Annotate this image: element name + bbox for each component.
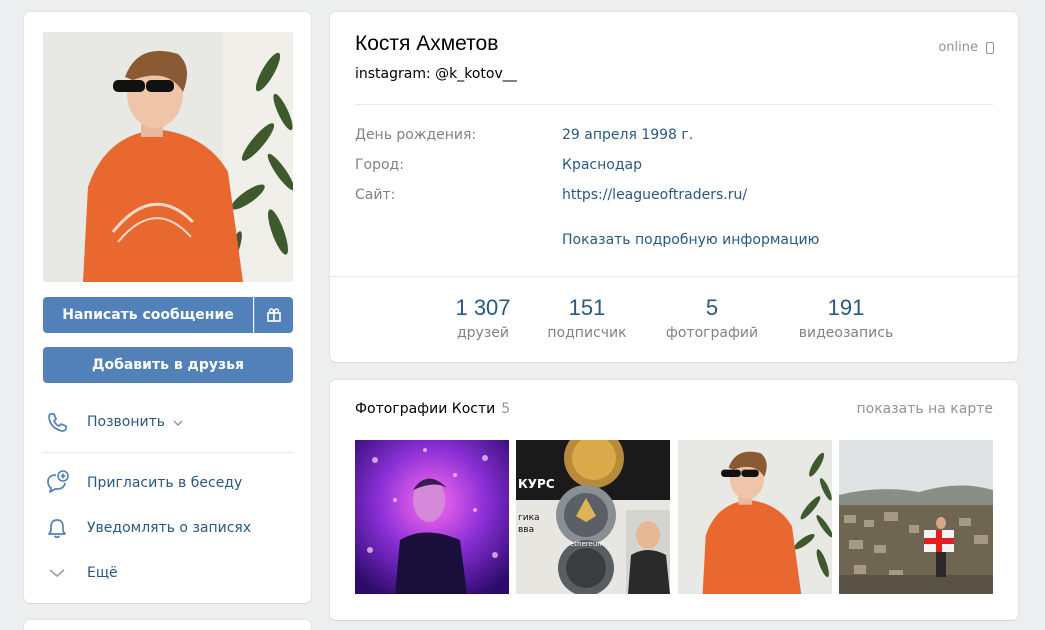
info-label: День рождения: xyxy=(355,127,477,143)
counter-number: 5 xyxy=(705,295,719,320)
online-status: online xyxy=(938,40,994,55)
profile-counters: 1 307 друзей 151 подписчик 5 фотографий … xyxy=(330,295,1018,350)
photos-count: 5 xyxy=(501,401,511,417)
profile-sidebar: Написать сообщение Добавить в друзья Поз… xyxy=(24,12,311,603)
info-value[interactable]: Краснодар xyxy=(562,157,642,173)
avatar-photo xyxy=(43,32,293,282)
more-actions[interactable]: Ещё xyxy=(43,558,118,588)
photo-image: КУРС гика вва ethereum xyxy=(516,440,670,594)
counter-label: подписчик xyxy=(547,325,627,341)
send-gift-button[interactable] xyxy=(254,297,293,333)
online-label: online xyxy=(938,40,978,55)
divider xyxy=(355,104,993,105)
add-friend-button[interactable]: Добавить в друзья xyxy=(43,347,293,383)
divider xyxy=(43,452,293,453)
counter-photos[interactable]: 5 фотографий xyxy=(657,295,767,341)
show-more-info-link[interactable]: Показать подробную информацию xyxy=(562,232,819,248)
info-value[interactable]: https://leagueoftraders.ru/ xyxy=(562,187,747,203)
chevron-down-icon xyxy=(43,559,71,587)
show-on-map-link[interactable]: показать на карте xyxy=(856,401,993,417)
counter-videos[interactable]: 191 видеозапись xyxy=(786,295,906,341)
counter-followers[interactable]: 151 подписчик xyxy=(537,295,637,341)
chat-add-icon xyxy=(43,469,71,497)
send-message-label: Написать сообщение xyxy=(62,307,234,323)
notify-label: Уведомлять о записях xyxy=(87,520,252,536)
profile-status: instagram: @k_kotov__ xyxy=(355,66,517,82)
thumb-text: гика xyxy=(518,513,540,523)
gift-icon xyxy=(267,308,281,322)
call-label: Позвонить xyxy=(87,414,166,430)
send-message-button[interactable]: Написать сообщение xyxy=(43,297,253,333)
more-label: Ещё xyxy=(87,565,118,581)
counter-number: 191 xyxy=(827,295,865,320)
photo-thumbnail[interactable]: КУРС гика вва ethereum xyxy=(516,440,670,594)
photo-image xyxy=(355,440,509,594)
info-value[interactable]: 29 апреля 1998 г. xyxy=(562,127,693,143)
photo-image xyxy=(678,440,832,594)
mobile-icon xyxy=(986,41,994,54)
photo-thumbnail[interactable] xyxy=(678,440,832,594)
bell-icon xyxy=(43,514,71,542)
thumb-text: вва xyxy=(518,525,534,535)
add-friend-label: Добавить в друзья xyxy=(92,357,244,373)
photo-image xyxy=(839,440,993,594)
photo-thumbnail[interactable] xyxy=(839,440,993,594)
photo-thumbnail[interactable] xyxy=(355,440,509,594)
profile-info-card: Костя Ахметов instagram: @k_kotov__ onli… xyxy=(330,12,1018,362)
sidebar-next-block xyxy=(24,620,311,630)
counter-label: друзей xyxy=(456,325,509,341)
photos-title: Фотографии Кости xyxy=(355,401,496,417)
thumb-text: ethereum xyxy=(570,540,604,548)
photos-card: Фотографии Кости 5 показать на карте КУР… xyxy=(330,380,1018,620)
thumb-text: КУРС xyxy=(518,477,555,491)
counter-number: 1 307 xyxy=(455,295,511,320)
phone-icon xyxy=(43,408,71,436)
profile-name: Костя Ахметов xyxy=(355,32,499,55)
counter-friends[interactable]: 1 307 друзей xyxy=(443,295,523,341)
invite-label: Пригласить в беседу xyxy=(87,475,243,491)
profile-avatar[interactable] xyxy=(43,32,293,282)
photos-header[interactable]: Фотографии Кости 5 xyxy=(355,401,510,417)
counter-label: видеозапись xyxy=(798,325,894,341)
counter-number: 151 xyxy=(568,295,606,320)
divider xyxy=(330,276,1018,277)
chevron-down-icon xyxy=(173,414,183,430)
counter-label: фотографий xyxy=(665,325,759,341)
info-label: Сайт: xyxy=(355,187,396,203)
info-label: Город: xyxy=(355,157,404,173)
invite-to-chat-action[interactable]: Пригласить в беседу xyxy=(43,468,242,498)
notify-posts-action[interactable]: Уведомлять о записях xyxy=(43,513,251,543)
call-action[interactable]: Позвонить xyxy=(43,407,183,437)
